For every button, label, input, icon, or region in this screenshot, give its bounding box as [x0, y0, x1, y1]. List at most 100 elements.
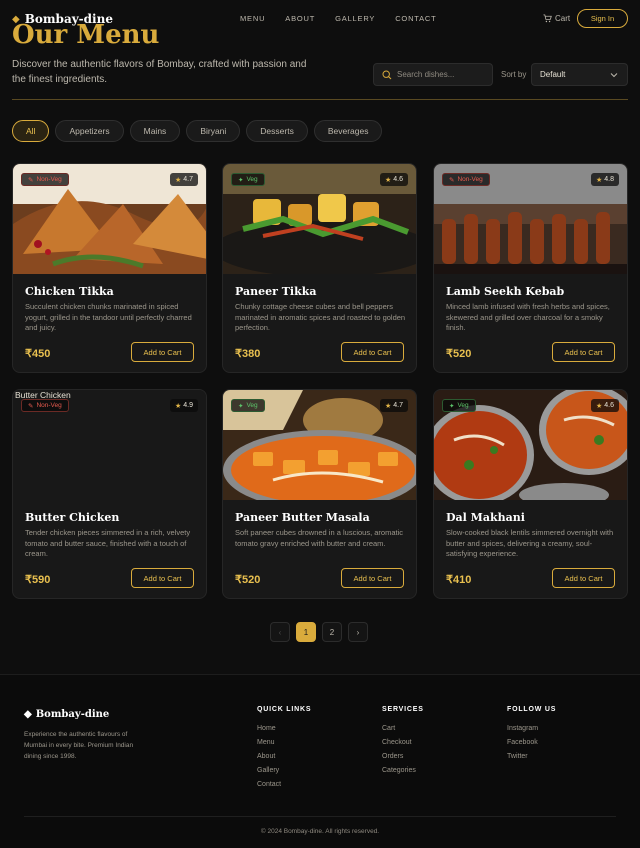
footer-quick-links: QUICK LINKS Home Menu About Gallery Cont… [257, 706, 311, 795]
add-to-cart-button[interactable]: Add to Cart [552, 342, 615, 362]
rating-value: 4.8 [604, 176, 614, 183]
filter-chip-appetizers[interactable]: Appetizers [55, 120, 124, 142]
filter-chip-all[interactable]: All [12, 120, 50, 142]
pagination: ‹ 1 2 › [270, 622, 368, 642]
dish-price: ₹410 [446, 574, 472, 586]
star-icon: ★ [174, 402, 182, 410]
header-divider [12, 99, 628, 100]
page-intro: Discover the authentic flavors of Bombay… [12, 59, 307, 85]
dish-description: Soft paneer cubes drowned in a luscious,… [235, 528, 404, 548]
sort-value: Default [540, 70, 566, 79]
rating-value: 4.7 [183, 176, 193, 183]
search-input[interactable] [397, 70, 487, 79]
dish-type-label: Veg [246, 176, 258, 183]
footer-brand[interactable]: ◆ Bombay-dine [24, 709, 109, 720]
rating-value: 4.7 [393, 402, 403, 409]
footer-link-home[interactable]: Home [257, 725, 311, 732]
footer-heading: QUICK LINKS [257, 706, 312, 713]
add-to-cart-button[interactable]: Add to Cart [131, 568, 194, 588]
rating-badge: ★ 4.9 [169, 399, 198, 412]
add-to-cart-button[interactable]: Add to Cart [131, 342, 194, 362]
dish-name: Dal Makhani [446, 511, 525, 524]
rating-badge: ★ 4.7 [169, 173, 198, 186]
leaf-icon: ✦ [449, 402, 455, 410]
cart-label: Cart [555, 14, 571, 23]
dish-type-label: Veg [457, 402, 469, 409]
sign-in-button[interactable]: Sign In [577, 9, 628, 28]
footer-description: Experience the authentic flavours of Mum… [24, 731, 134, 760]
dish-type-badge: ✎ Non-Veg [21, 399, 69, 412]
dish-type-badge: ✦ Veg [231, 399, 265, 412]
dish-price: ₹450 [25, 348, 51, 360]
rating-badge: ★ 4.8 [590, 173, 619, 186]
dish-type-badge: ✎ Non-Veg [21, 173, 69, 186]
footer-link-contact[interactable]: Contact [257, 781, 311, 788]
dish-type-label: Veg [246, 402, 258, 409]
search-box[interactable] [373, 63, 493, 86]
footer-link-orders[interactable]: Orders [382, 753, 424, 760]
rating-badge: ★ 4.7 [379, 399, 408, 412]
filter-chip-biryani[interactable]: Biryani [186, 120, 241, 142]
chili-icon: ✎ [449, 176, 455, 184]
dish-description: Tender chicken pieces simmered in a rich… [25, 528, 191, 558]
cart-link[interactable]: Cart [543, 14, 570, 23]
prev-page-button[interactable]: ‹ [270, 622, 290, 642]
filter-chip-beverages[interactable]: Beverages [313, 120, 383, 142]
dish-card: ✦ Veg ★ 4.6 Dal Makhani Slow-cooked black … [433, 389, 628, 599]
chili-icon: ✎ [28, 402, 34, 410]
page-button-2[interactable]: 2 [322, 622, 342, 642]
dish-price: ₹520 [235, 574, 261, 586]
footer: ◆ Bombay-dine Experience the authentic f… [0, 674, 640, 848]
footer-link-instagram[interactable]: Instagram [507, 725, 556, 732]
dish-type-label: Non-Veg [36, 176, 62, 183]
footer-link-categories[interactable]: Categories [382, 767, 424, 774]
dish-name: Paneer Butter Masala [235, 511, 370, 524]
rating-value: 4.6 [604, 402, 614, 409]
footer-brand-name: Bombay-dine [35, 709, 110, 720]
leaf-icon: ✦ [238, 176, 244, 184]
search-icon [382, 69, 392, 79]
dish-card: ✦ Veg ★ 4.6 Paneer Tikka Chunky cottage ch… [222, 163, 417, 373]
footer-link-menu[interactable]: Menu [257, 739, 311, 746]
footer-link-checkout[interactable]: Checkout [382, 739, 424, 746]
dish-type-badge: ✦ Veg [231, 173, 265, 186]
footer-link-gallery[interactable]: Gallery [257, 767, 311, 774]
footer-follow: FOLLOW US Instagram Facebook Twitter [507, 706, 556, 767]
dish-description: Slow-cooked black lentils simmered overn… [446, 528, 614, 558]
chili-icon: ✎ [28, 176, 34, 184]
sort-select[interactable]: Default [531, 63, 628, 86]
dish-description: Succulent chicken chunks marinated in sp… [25, 302, 192, 332]
main-nav: MENU ABOUT GALLERY CONTACT [240, 14, 437, 23]
category-filters: All Appetizers Mains Biryani Desserts Be… [12, 120, 383, 142]
footer-link-cart[interactable]: Cart [382, 725, 424, 732]
copyright: © 2024 Bombay-dine. All rights reserved. [260, 828, 380, 835]
nav-item-contact[interactable]: CONTACT [395, 14, 436, 23]
footer-link-about[interactable]: About [257, 753, 311, 760]
footer-link-twitter[interactable]: Twitter [507, 753, 556, 760]
sort-label: Sort by [501, 70, 527, 79]
next-page-button[interactable]: › [348, 622, 368, 642]
nav-item-about[interactable]: ABOUT [285, 14, 315, 23]
footer-heading: SERVICES [382, 706, 424, 713]
dish-description: Chunky cottage cheese cubes and bell pep… [235, 302, 406, 332]
footer-heading: FOLLOW US [507, 706, 557, 713]
star-icon: ★ [384, 402, 392, 410]
nav-item-gallery[interactable]: GALLERY [335, 14, 375, 23]
filter-chip-mains[interactable]: Mains [129, 120, 181, 142]
dish-card: ✦ Veg ★ 4.7 Paneer Butter Masala Soft pane… [222, 389, 417, 599]
nav-item-menu[interactable]: MENU [240, 14, 265, 23]
dish-price: ₹380 [235, 348, 261, 360]
add-to-cart-button[interactable]: Add to Cart [552, 568, 615, 588]
rating-badge: ★ 4.6 [590, 399, 619, 412]
page-button-1[interactable]: 1 [296, 622, 316, 642]
star-icon: ★ [595, 402, 603, 410]
dish-description: Minced lamb infused with fresh herbs and… [446, 302, 610, 332]
add-to-cart-button[interactable]: Add to Cart [341, 342, 404, 362]
footer-link-facebook[interactable]: Facebook [507, 739, 556, 746]
add-to-cart-button[interactable]: Add to Cart [341, 568, 404, 588]
rating-value: 4.6 [393, 176, 403, 183]
dish-price: ₹520 [446, 348, 472, 360]
filter-chip-desserts[interactable]: Desserts [246, 120, 308, 142]
dish-card: Butter Chicken ✎ Non-Veg ★ 4.9 Butter Chic… [12, 389, 207, 599]
dish-price: ₹590 [25, 574, 51, 586]
